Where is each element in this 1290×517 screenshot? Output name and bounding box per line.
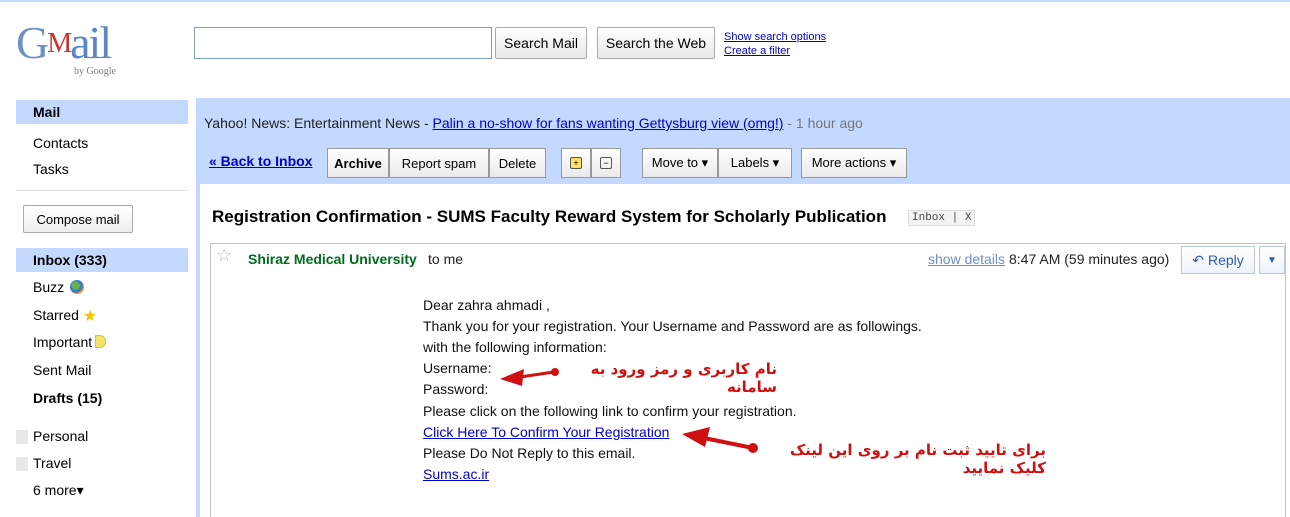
sender-name[interactable]: Shiraz Medical University: [248, 251, 417, 267]
search-web-button[interactable]: Search the Web: [597, 27, 715, 59]
important-icon: [95, 335, 107, 348]
body-line-1: Thank you for your registration. Your Us…: [423, 318, 922, 334]
compose-mail-button[interactable]: Compose mail: [23, 205, 133, 233]
message-timestamp: 8:47 AM (59 minutes ago): [1009, 251, 1170, 267]
delete-button[interactable]: Delete: [489, 148, 546, 178]
nav-sent[interactable]: Sent Mail: [33, 362, 91, 378]
recipient-label: to me: [428, 251, 464, 267]
minus-icon: −: [600, 157, 612, 169]
site-link[interactable]: Sums.ac.ir: [423, 466, 489, 482]
annotation-confirm: برای تایید ثبت نام بر روی این لینک کلیک …: [789, 441, 1046, 477]
nav-contacts[interactable]: Contacts: [33, 135, 88, 151]
body-username: Username:: [423, 360, 492, 376]
logo-byline: by Google: [74, 66, 116, 77]
body-greeting: Dear zahra ahmadi ,: [423, 297, 550, 313]
report-spam-button[interactable]: Report spam: [389, 148, 489, 178]
inbox-tag-label[interactable]: Inbox: [912, 212, 945, 224]
nav-tasks[interactable]: Tasks: [33, 161, 69, 177]
search-input[interactable]: [194, 27, 492, 59]
mark-important-button[interactable]: +: [561, 148, 591, 178]
label-color-swatch: [16, 430, 28, 444]
annotation-credentials: نام کاربری و رمز ورود به سامانه: [590, 360, 777, 396]
remove-label-icon[interactable]: X: [965, 212, 972, 224]
nav-buzz-label: Buzz: [33, 279, 65, 295]
confirm-registration-link[interactable]: Click Here To Confirm Your Registration: [423, 424, 669, 440]
nav-label-travel[interactable]: Travel: [33, 455, 71, 471]
search-links: Show search options Create a filter: [724, 30, 826, 58]
nav-more-labels[interactable]: 6 more▾: [33, 482, 84, 499]
body-password: Password:: [423, 381, 489, 397]
nav-important-label: Important: [33, 334, 93, 350]
star-outline-icon[interactable]: ☆: [216, 245, 232, 266]
nav-inbox[interactable]: Inbox (333): [33, 252, 107, 268]
web-clip-source: Yahoo! News: Entertainment News -: [204, 115, 433, 131]
gmail-logo[interactable]: GMail by Google: [16, 20, 126, 80]
search-mail-button[interactable]: Search Mail: [495, 27, 587, 59]
labels-button[interactable]: Labels ▾: [718, 148, 792, 178]
nav-buzz[interactable]: Buzz: [33, 279, 85, 295]
nav-label-personal[interactable]: Personal: [33, 428, 88, 444]
reply-button[interactable]: ↶ Reply: [1181, 246, 1255, 274]
show-details-link[interactable]: show details: [928, 251, 1005, 267]
star-icon: ★: [82, 308, 98, 325]
reply-options-dropdown[interactable]: ▼: [1259, 246, 1285, 274]
message-subject: Registration Confirmation - SUMS Faculty…: [212, 207, 887, 226]
move-to-button[interactable]: Move to ▾: [642, 148, 718, 178]
web-clip-headline[interactable]: Palin a no-show for fans wanting Gettysb…: [433, 115, 784, 131]
sidebar-divider: [16, 190, 188, 191]
nav-starred[interactable]: Starred ★: [33, 306, 97, 326]
reply-arrow-icon: ↶: [1192, 251, 1204, 268]
web-clip: Yahoo! News: Entertainment News - Palin …: [204, 115, 863, 131]
top-border: [0, 0, 1290, 2]
more-actions-button[interactable]: More actions ▾: [801, 148, 907, 178]
inbox-label-tag: Inbox | X: [908, 210, 976, 226]
nav-mail[interactable]: Mail: [33, 104, 60, 120]
body-line-2: with the following information:: [423, 339, 607, 355]
create-filter-link[interactable]: Create a filter: [724, 44, 826, 58]
reply-label: Reply: [1207, 252, 1244, 268]
label-color-swatch: [16, 457, 28, 471]
mark-unimportant-button[interactable]: −: [591, 148, 621, 178]
body-line-4: Please Do Not Reply to this email.: [423, 445, 636, 461]
body-line-3: Please click on the following link to co…: [423, 403, 797, 419]
archive-button[interactable]: Archive: [327, 148, 389, 178]
plus-icon: +: [570, 157, 582, 169]
nav-drafts[interactable]: Drafts (15): [33, 390, 102, 406]
show-search-options-link[interactable]: Show search options: [724, 30, 826, 44]
nav-important[interactable]: Important: [33, 334, 107, 350]
dropdown-arrow-icon: ▼: [1267, 254, 1277, 266]
nav-starred-label: Starred: [33, 307, 79, 323]
back-to-inbox-link[interactable]: « Back to Inbox: [209, 153, 312, 169]
buzz-icon: [70, 280, 85, 294]
web-clip-time: - 1 hour ago: [783, 115, 863, 131]
